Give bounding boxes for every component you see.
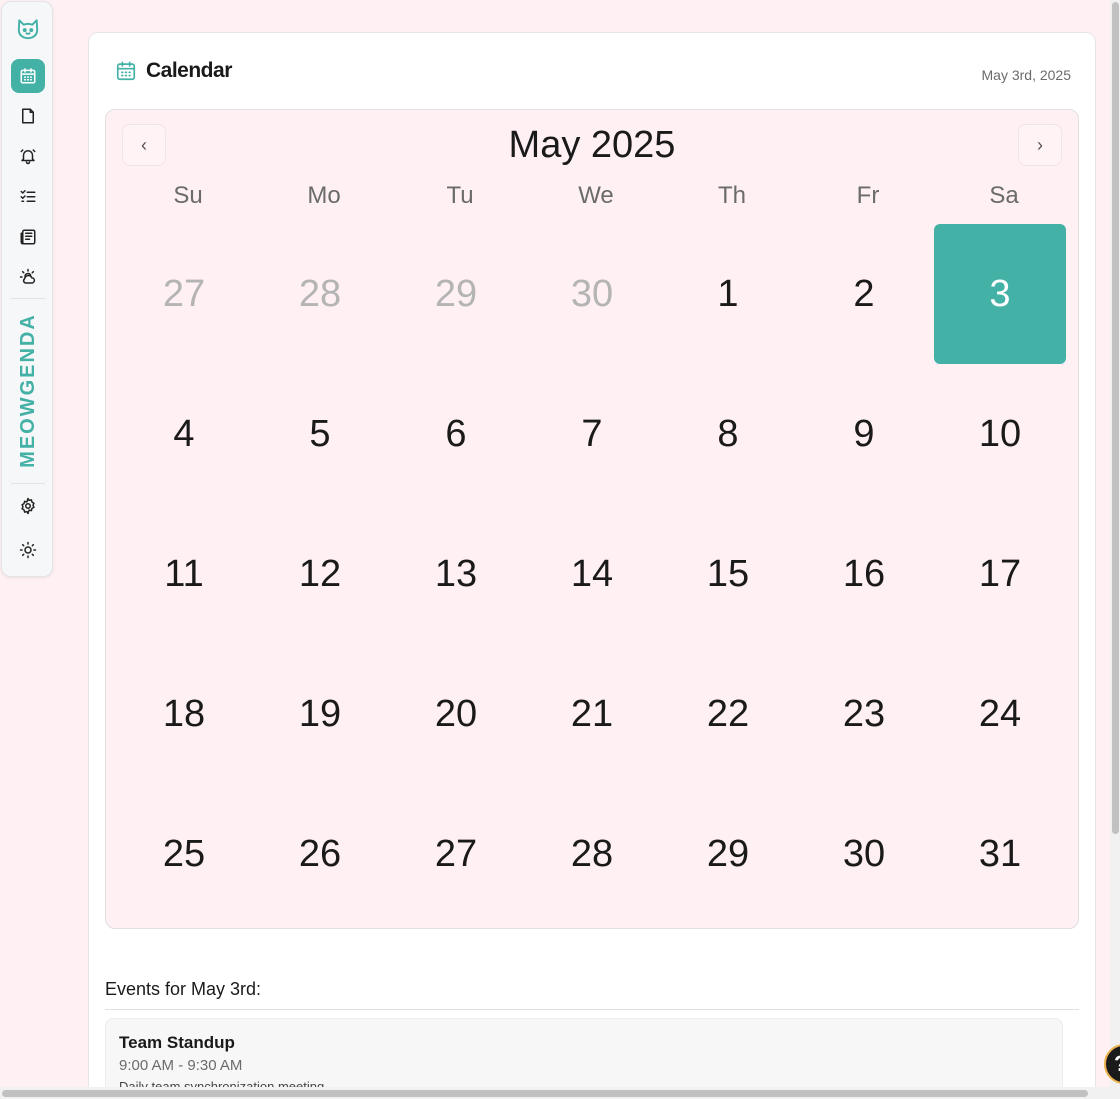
day-cell[interactable]: 11	[118, 504, 250, 644]
weekday-label: We	[578, 182, 614, 209]
day-cell[interactable]: 26	[254, 784, 386, 924]
weekday-label: Fr	[856, 182, 880, 209]
help-button[interactable]: ?	[1104, 1044, 1120, 1084]
day-cell[interactable]: 12	[254, 504, 386, 644]
day-cell[interactable]: 30	[526, 224, 658, 364]
day-cell[interactable]: 6	[390, 364, 522, 504]
checklist-icon	[20, 190, 36, 202]
horizontal-scroll-thumb[interactable]	[2, 1090, 1088, 1097]
app-window: MEOWGENDA Calendar May 3rd, 2025 ‹ May 2…	[0, 0, 1120, 1099]
help-icon: ?	[1114, 1051, 1120, 1077]
day-cell[interactable]: 27	[390, 784, 522, 924]
sidebar-item-settings[interactable]	[11, 489, 45, 523]
day-cell[interactable]: 23	[798, 644, 930, 784]
bell-icon	[20, 149, 36, 165]
sidebar-item-notes[interactable]	[11, 99, 45, 133]
calendar-icon	[116, 61, 136, 81]
sidebar-divider	[11, 483, 45, 484]
weekday-label: Su	[173, 182, 203, 209]
brand-wordmark: MEOWGENDA	[2, 306, 54, 474]
day-cell[interactable]: 8	[662, 364, 794, 504]
day-cell[interactable]: 27	[118, 224, 250, 364]
day-cell[interactable]: 4	[118, 364, 250, 504]
weekday-label: Tu	[446, 182, 474, 209]
sidebar-item-weather[interactable]	[11, 260, 45, 294]
newspaper-icon	[20, 229, 36, 245]
sidebar-item-news[interactable]	[11, 220, 45, 254]
sidebar-divider	[11, 298, 45, 299]
events-heading: Events for May 3rd:	[105, 979, 262, 999]
events-divider	[105, 1009, 1079, 1010]
sun-icon	[19, 541, 37, 559]
day-cell[interactable]: 14	[526, 504, 658, 644]
gear-icon	[21, 497, 35, 515]
day-cell[interactable]: 18	[118, 644, 250, 784]
day-cell[interactable]: 29	[390, 224, 522, 364]
sidebar-item-tasks[interactable]	[11, 179, 45, 213]
vertical-scroll-thumb[interactable]	[1112, 2, 1119, 834]
day-cell[interactable]: 29	[662, 784, 794, 924]
calendar-panel: Calendar May 3rd, 2025 ‹ May 2025 › Su M…	[88, 32, 1096, 1099]
day-cell[interactable]: 9	[798, 364, 930, 504]
day-cell[interactable]: 31	[934, 784, 1066, 924]
day-cell[interactable]: 19	[254, 644, 386, 784]
next-month-button[interactable]: ›	[1018, 124, 1062, 166]
sidebar: MEOWGENDA	[1, 1, 53, 577]
page-title: Calendar	[146, 59, 232, 82]
vertical-scrollbar[interactable]	[1110, 0, 1120, 1099]
weekday-label: Th	[717, 182, 746, 209]
day-cell-selected[interactable]: 3	[934, 224, 1066, 364]
calendar-icon	[20, 68, 36, 84]
month-title: May 2025	[508, 124, 676, 166]
horizontal-scrollbar[interactable]	[0, 1087, 1120, 1099]
month-calendar: ‹ May 2025 › Su Mo Tu We Th Fr Sa 27 28 29…	[105, 109, 1079, 929]
day-cell[interactable]: 30	[798, 784, 930, 924]
day-cell[interactable]: 15	[662, 504, 794, 644]
day-cell[interactable]: 22	[662, 644, 794, 784]
day-cell[interactable]: 28	[254, 224, 386, 364]
day-cell[interactable]: 21	[526, 644, 658, 784]
sidebar-item-reminders[interactable]	[11, 139, 45, 173]
event-time: 9:00 AM - 9:30 AM	[119, 1057, 243, 1074]
weekday-label: Mo	[307, 182, 341, 209]
day-cell[interactable]: 20	[390, 644, 522, 784]
current-date: May 3rd, 2025	[981, 67, 1072, 83]
note-icon	[22, 108, 34, 124]
chevron-right-icon: ›	[1037, 134, 1043, 155]
panel-header: Calendar May 3rd, 2025	[89, 33, 1095, 109]
day-cell[interactable]: 24	[934, 644, 1066, 784]
day-cell[interactable]: 7	[526, 364, 658, 504]
day-cell[interactable]: 25	[118, 784, 250, 924]
day-cell[interactable]: 10	[934, 364, 1066, 504]
day-grid: 27 28 29 30 1 2 3 4 5 6 7 8 9 10 11 12 13 14 15 16 17 18 19 20 2…	[116, 224, 1068, 924]
cat-logo-icon[interactable]	[11, 12, 45, 46]
weekday-label: Sa	[989, 182, 1019, 209]
sidebar-item-theme[interactable]	[11, 533, 45, 567]
day-cell[interactable]: 13	[390, 504, 522, 644]
day-cell[interactable]: 2	[798, 224, 930, 364]
day-cell[interactable]: 17	[934, 504, 1066, 644]
weekday-header: Su Mo Tu We Th Fr Sa	[120, 182, 1072, 216]
sidebar-item-calendar[interactable]	[11, 59, 45, 93]
day-cell[interactable]: 28	[526, 784, 658, 924]
brand-text: MEOWGENDA	[16, 312, 39, 468]
weather-icon	[19, 268, 36, 284]
day-cell[interactable]: 16	[798, 504, 930, 644]
day-cell[interactable]: 1	[662, 224, 794, 364]
event-title: Team Standup	[119, 1033, 235, 1052]
day-cell[interactable]: 5	[254, 364, 386, 504]
